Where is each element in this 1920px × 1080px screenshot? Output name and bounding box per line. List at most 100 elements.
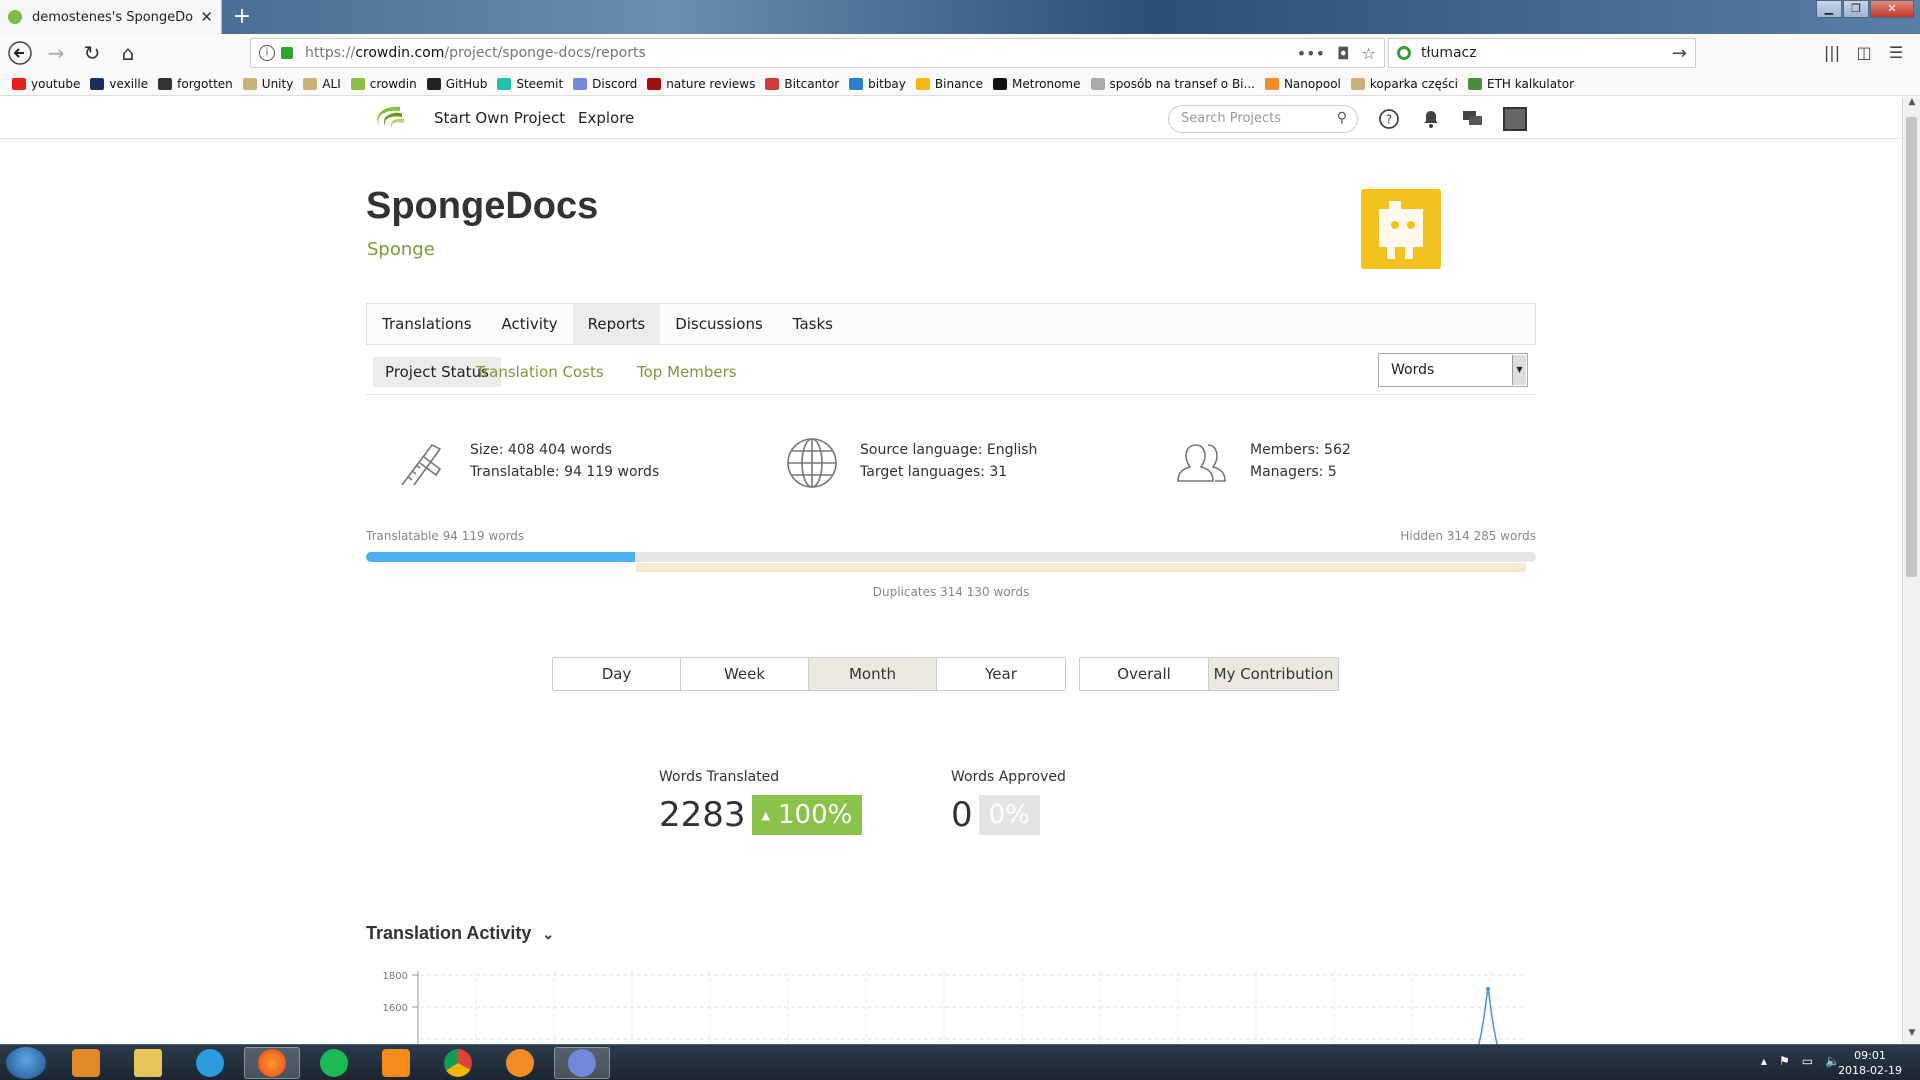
page-scrollbar[interactable]: ▲ ▼ [1902,97,1920,1044]
site-info-icon[interactable]: i [259,45,275,61]
page-actions-icon[interactable]: ••• [1297,44,1325,63]
action-center-flag-icon[interactable]: ⚑ [1779,1054,1790,1068]
bookmark-item[interactable]: sposób na transef o Bi... [1090,77,1255,91]
help-icon[interactable]: ? [1376,106,1402,132]
back-button[interactable] [4,37,36,69]
dropdown-arrow-icon[interactable]: ▼ [1512,355,1526,385]
bookmark-item[interactable]: Steemit [497,77,563,91]
bookmark-item[interactable]: nature reviews [647,77,755,91]
explore-link[interactable]: Explore [578,109,634,127]
taskbar-sublime-icon[interactable] [368,1047,424,1079]
sidebar-icon[interactable]: ◫ [1848,38,1880,68]
duplicates-label: Duplicates 314 130 words [872,585,1030,599]
sponge-project-logo-icon [1361,189,1441,269]
taskbar-settings-icon[interactable] [492,1047,548,1079]
tab-discussions[interactable]: Discussions [660,304,778,344]
taskbar-clock[interactable]: 09:01 2018-02-19 [1838,1048,1902,1078]
browser-search-box[interactable]: tłumacz → [1388,38,1696,68]
taskbar-chrome-icon[interactable] [430,1047,486,1079]
bookmark-item[interactable]: Binance [915,76,984,91]
bookmark-item[interactable]: koparka części [1350,77,1458,91]
period_buttons-button-month[interactable]: Month [809,658,937,690]
user-avatar[interactable] [1503,107,1527,131]
crowdin-logo-icon[interactable] [370,103,406,133]
notifications-bell-icon[interactable] [1418,106,1444,132]
scrollbar-thumb[interactable] [1906,117,1917,577]
scope_buttons-button-overall[interactable]: Overall [1080,658,1209,690]
home-button[interactable]: ⌂ [112,37,144,69]
taskbar-discord-icon[interactable] [554,1047,610,1079]
period_buttons-button-week[interactable]: Week [681,658,809,690]
bookmark-item[interactable]: GitHub [426,77,487,91]
bookmark-item[interactable]: vexille [90,77,148,91]
words-approved-metric: Words Approved 0 0% [951,769,1066,835]
browser-tab[interactable]: demostenes's SpongeDocs Tra ✕ [0,0,222,34]
browser-tab-strip: demostenes's SpongeDocs Tra ✕ + ▁ ❐ ✕ [0,0,1920,34]
tray-expand-icon[interactable]: ▴ [1761,1054,1767,1068]
subtab-translation-costs[interactable]: Translation Costs [464,357,616,387]
start-own-project-link[interactable]: Start Own Project [434,109,565,127]
scope-button-group: Overall My Contribution [1079,657,1339,691]
taskbar-media-player-icon[interactable] [58,1047,114,1079]
bookmark-item[interactable]: Discord [573,77,637,91]
close-window-button[interactable]: ✕ [1870,0,1914,18]
bookmark-item[interactable]: ETH kalkulator [1468,77,1574,91]
period_buttons-button-day[interactable]: Day [553,658,681,690]
scroll-up-arrow-icon[interactable]: ▲ [1903,97,1920,113]
reload-button[interactable]: ↻ [76,37,108,69]
network-icon[interactable]: ▭ [1802,1054,1813,1068]
scroll-down-arrow-icon[interactable]: ▼ [1903,1028,1920,1044]
bookmark-item[interactable]: Unity [242,77,293,91]
search-icon[interactable]: ⚲ [1337,110,1347,126]
start-button[interactable] [6,1047,46,1079]
bookmark-label: Steemit [516,76,564,91]
bookmark-item[interactable]: youtube [12,77,80,91]
forward-button[interactable]: → [40,37,72,69]
menu-hamburger-icon[interactable]: ☰ [1880,38,1912,68]
tab-tasks[interactable]: Tasks [778,304,848,344]
pocket-icon[interactable]: ◘ [1337,44,1350,63]
reports-subtabs: Project Status Translation Costs Top Mem… [366,353,1536,395]
tab-translations[interactable]: Translations [367,304,487,344]
bookmark-icon [158,77,173,90]
bookmark-item[interactable]: Bitcantor [765,77,839,91]
taskbar-ie-icon[interactable] [182,1047,238,1079]
words-translated-metric: Words Translated 2283 ▲ 100% [659,769,863,835]
taskbar-firefox-icon[interactable] [244,1047,300,1079]
new-tab-button[interactable]: + [228,2,256,32]
bookmark-item[interactable]: forgotten [158,77,233,91]
search-go-arrow-icon[interactable]: → [1672,43,1687,64]
clock-time: 09:01 [1854,1049,1886,1062]
bookmark-item[interactable]: bitbay [849,77,906,91]
bookmark-label: Nanopool [1283,76,1341,91]
period_buttons-button-year[interactable]: Year [937,658,1065,690]
tab-activity[interactable]: Activity [487,304,573,344]
subtab-top-members[interactable]: Top Members [625,357,749,387]
scope_buttons-button-my-contribution[interactable]: My Contribution [1209,658,1338,690]
bookmark-icon [915,77,930,90]
words-translated-percent: 100% [778,800,853,830]
taskbar-explorer-icon[interactable] [120,1047,176,1079]
close-tab-icon[interactable]: ✕ [200,8,213,26]
library-icon[interactable]: ||| [1816,38,1848,68]
bookmark-item[interactable]: Metronome [993,77,1081,91]
bookmark-label: bitbay [868,76,906,91]
address-bar[interactable]: i https://crowdin.com/project/sponge-doc… [250,38,1385,68]
taskbar-spotify-icon[interactable] [306,1047,362,1079]
project-search-input[interactable]: Search Projects ⚲ [1168,105,1358,133]
bookmark-label: Binance [934,76,984,91]
bookmark-item[interactable]: Nanopool [1264,76,1341,91]
messages-icon[interactable] [1460,106,1486,132]
bookmark-item[interactable]: ALI [303,77,341,91]
url-text[interactable]: https://crowdin.com/project/sponge-docs/… [305,45,1285,61]
bookmark-item[interactable]: crowdin [350,77,417,91]
words-progress-bar [366,552,1536,562]
unit-select[interactable]: Words ▼ [1378,353,1528,387]
minimize-window-button[interactable]: ▁ [1816,0,1842,18]
translation-activity-dropdown[interactable]: Translation Activity ⌄ [366,923,554,944]
tab-reports[interactable]: Reports [572,304,661,344]
restore-window-button[interactable]: ❐ [1843,0,1869,18]
project-owner-link[interactable]: Sponge [367,239,435,260]
bookmark-star-icon[interactable]: ☆ [1362,44,1376,63]
back-arrow-icon [8,41,32,65]
